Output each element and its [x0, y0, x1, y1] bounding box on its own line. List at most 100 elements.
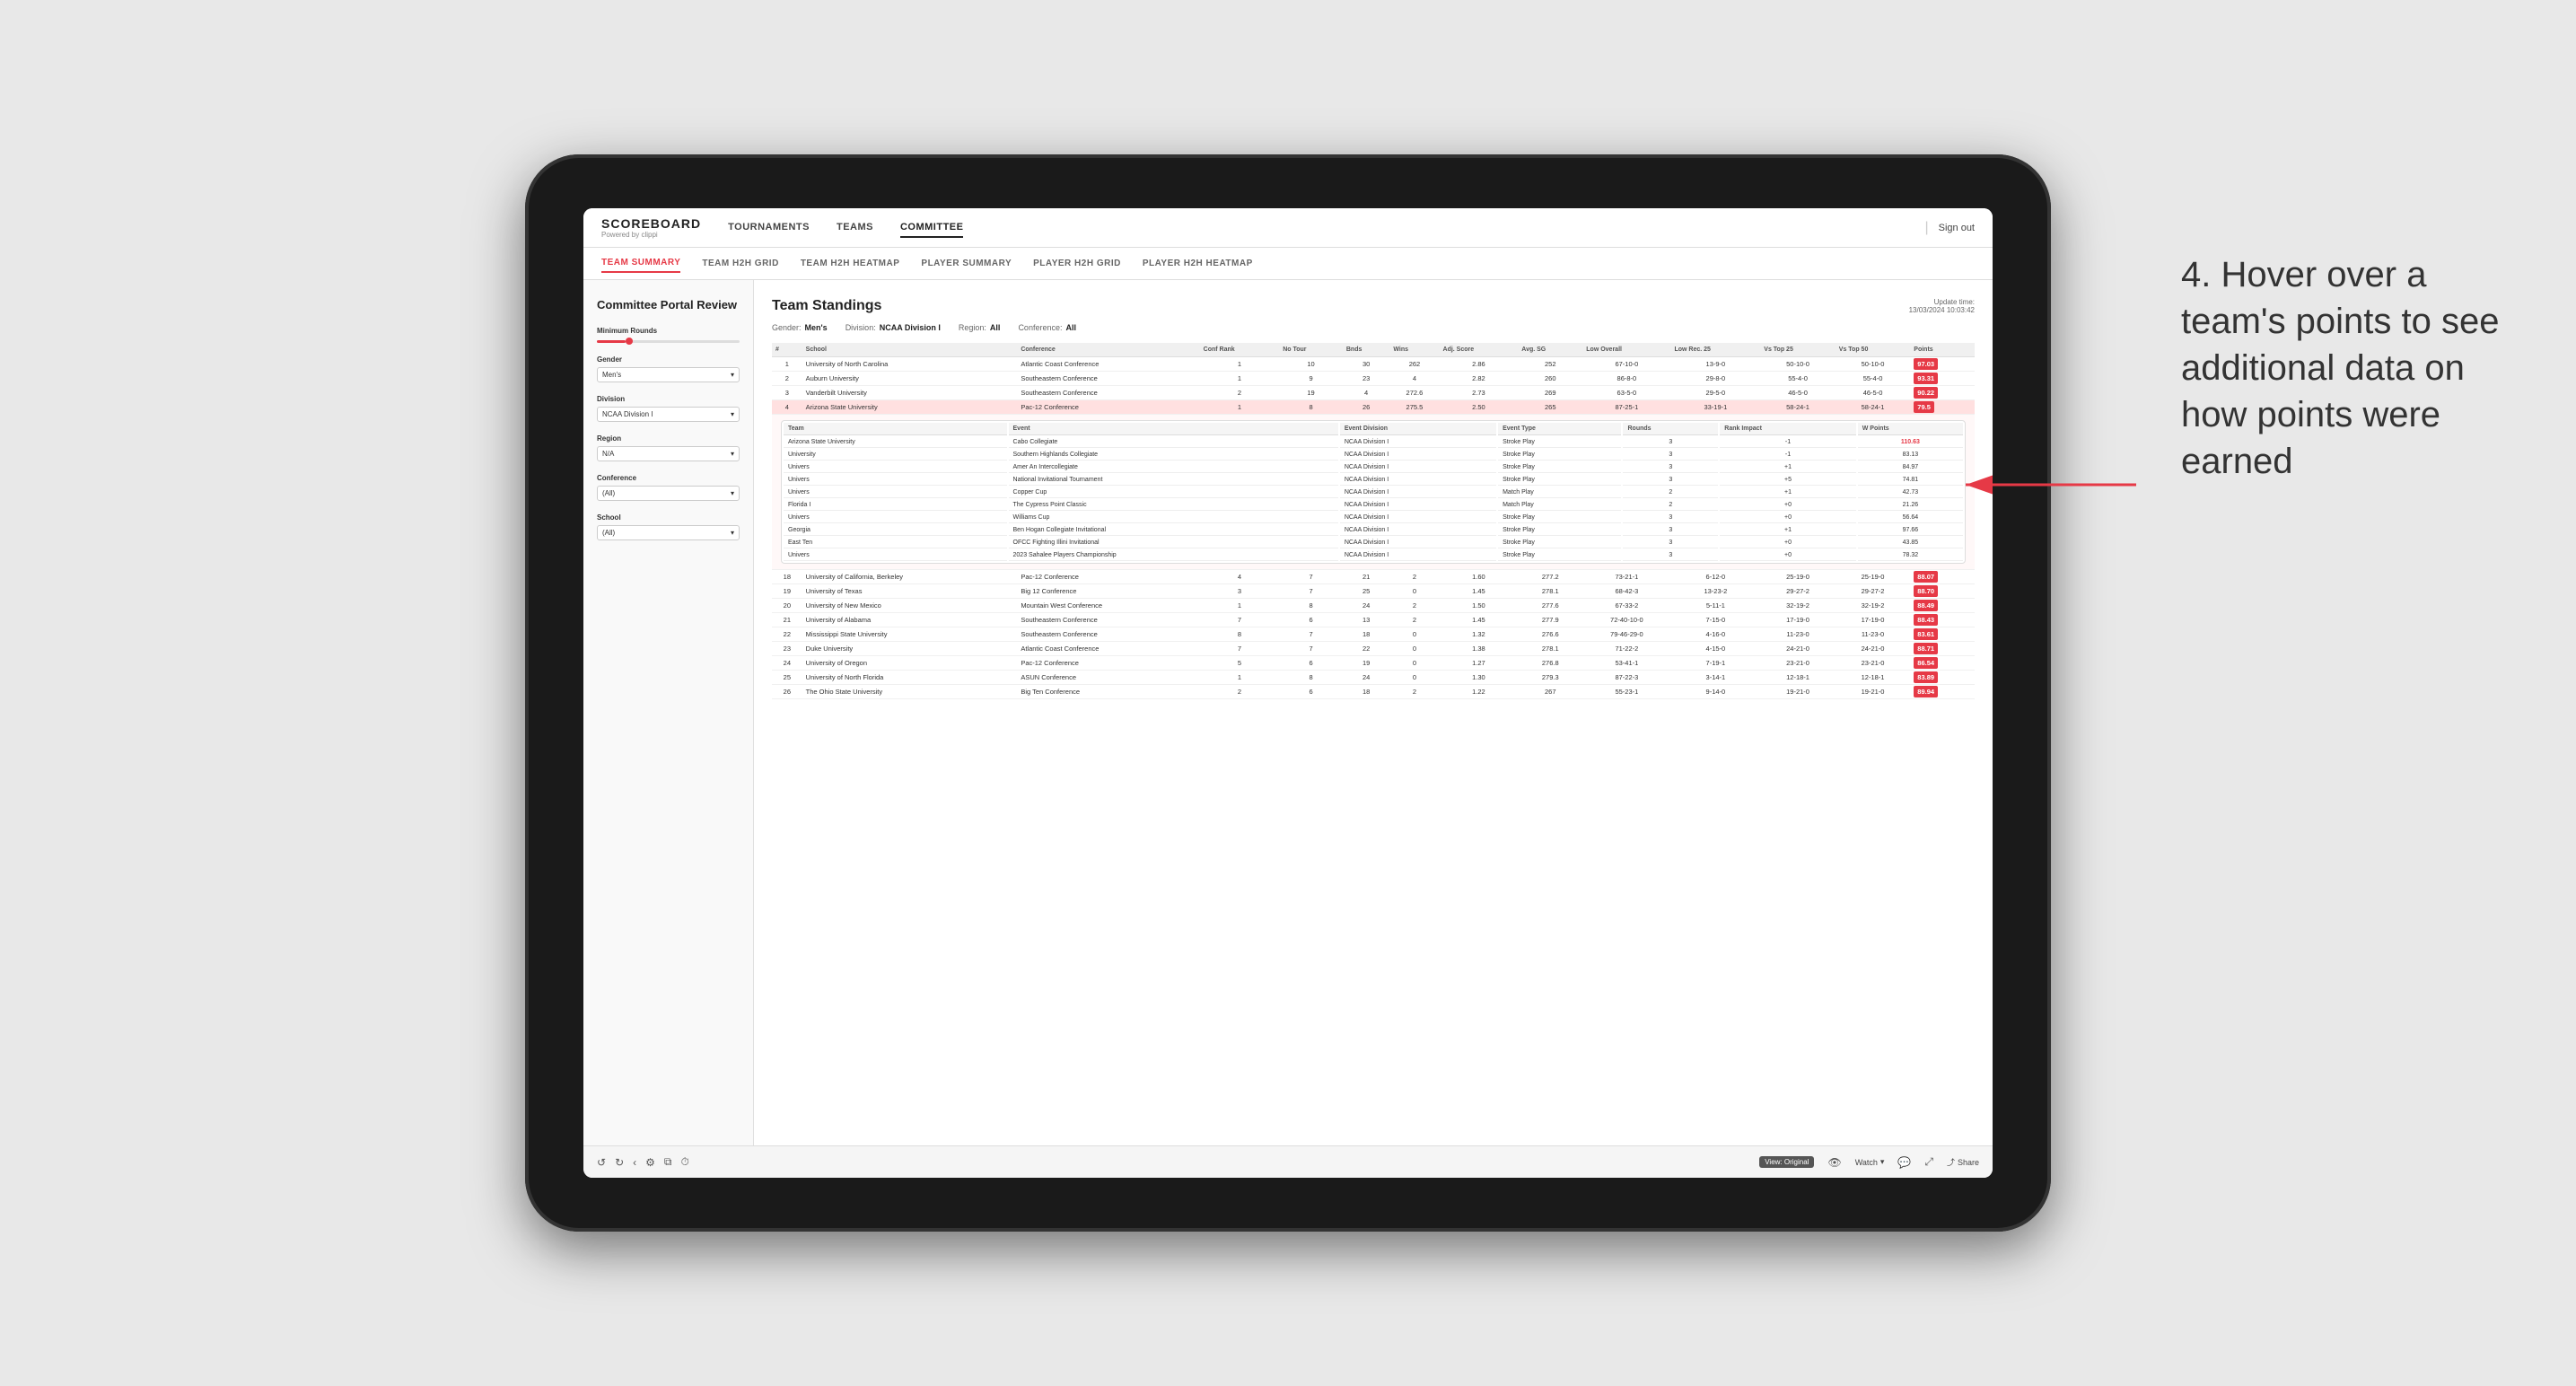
tooltip-header-row: Team Event Event Division Event Type Rou… — [784, 423, 1963, 435]
col-points: Points — [1910, 343, 1975, 357]
subnav-player-h2h-heatmap[interactable]: PLAYER H2H HEATMAP — [1143, 255, 1253, 272]
right-content: Team Standings Update time: 13/03/2024 1… — [754, 280, 1993, 1145]
settings-icon[interactable]: ⚙ — [645, 1156, 655, 1169]
table-row: 20 University of New Mexico Mountain Wes… — [772, 599, 1975, 613]
col-vs-top-25: Vs Top 25 — [1760, 343, 1836, 357]
points-badge[interactable]: 93.31 — [1914, 373, 1938, 384]
sign-out-button[interactable]: Sign out — [1939, 223, 1975, 233]
expand-icon[interactable]: ⤢ — [1924, 1155, 1933, 1169]
sidebar-section-division: Division NCAA Division I ▾ — [597, 395, 740, 422]
subnav-team-summary[interactable]: TEAM SUMMARY — [601, 254, 680, 273]
col-rank: # — [772, 343, 802, 357]
view-original-button[interactable]: View: Original — [1759, 1156, 1814, 1168]
timer-icon[interactable]: ⏱ — [680, 1155, 688, 1169]
tcol-event-type: Event Type — [1498, 423, 1621, 435]
redo-icon[interactable]: ↻ — [615, 1156, 624, 1169]
tooltip-row: Univers Amer An Intercollegiate NCAA Div… — [784, 462, 1963, 473]
tooltip-row: University Southern Highlands Collegiate… — [784, 450, 1963, 461]
region-select[interactable]: N/A ▾ — [597, 446, 740, 461]
filter-division-label: Division: — [846, 323, 876, 332]
sidebar-title: Committee Portal Review — [597, 298, 740, 312]
logo-area: SCOREBOARD Powered by clippi — [601, 216, 701, 239]
sidebar-section-region: Region N/A ▾ — [597, 434, 740, 461]
tooltip-row: East Ten OFCC Fighting Illini Invitation… — [784, 538, 1963, 548]
bottom-toolbar: ↺ ↻ ‹ ⚙ ⧉ ⏱ View: Original 👁 Watch ▾ 💬 ⤢ — [583, 1145, 1993, 1178]
rounds-slider[interactable] — [597, 340, 740, 343]
table-row: 3 Vanderbilt University Southeastern Con… — [772, 386, 1975, 400]
table-row: 1 University of North Carolina Atlantic … — [772, 357, 1975, 372]
share-button[interactable]: ⤴ Share — [1947, 1156, 1979, 1168]
table-row: 22 Mississippi State University Southeas… — [772, 627, 1975, 642]
conference-select[interactable]: (All) ▾ — [597, 486, 740, 501]
tooltip-row: Georgia Ben Hogan Collegiate Invitationa… — [784, 525, 1963, 536]
points-badge[interactable]: 83.61 — [1914, 628, 1938, 640]
subnav-player-h2h-grid[interactable]: PLAYER H2H GRID — [1033, 255, 1121, 272]
toolbar-right: View: Original 👁 Watch ▾ 💬 ⤢ ⤴ Share — [1759, 1155, 1979, 1169]
filter-region-label: Region: — [959, 323, 986, 332]
sidebar-label-school: School — [597, 513, 740, 522]
sub-nav: TEAM SUMMARY TEAM H2H GRID TEAM H2H HEAT… — [583, 248, 1993, 280]
logo-text: SCOREBOARD — [601, 216, 701, 231]
subnav-team-h2h-heatmap[interactable]: TEAM H2H HEATMAP — [801, 255, 900, 272]
filter-conference: Conference: All — [1018, 323, 1076, 332]
points-badge[interactable]: 88.71 — [1914, 643, 1938, 654]
tcol-team: Team — [784, 423, 1007, 435]
nav-tournaments[interactable]: TOURNAMENTS — [728, 218, 810, 238]
subnav-player-summary[interactable]: PLAYER SUMMARY — [921, 255, 1012, 272]
col-school: School — [802, 343, 1018, 357]
logo-sub: Powered by clippi — [601, 231, 701, 239]
standings-table: # School Conference Conf Rank No Tour Bn… — [772, 343, 1975, 699]
points-badge-highlighted[interactable]: 79.5 — [1914, 401, 1934, 413]
col-low-rec-25: Low Rec. 25 — [1670, 343, 1760, 357]
school-select[interactable]: (All) ▾ — [597, 525, 740, 540]
tcol-w-points: W Points — [1858, 423, 1963, 435]
points-badge[interactable]: 83.89 — [1914, 671, 1938, 683]
col-low-overall: Low Overall — [1582, 343, 1670, 357]
tooltip-row: Florida I The Cypress Point Classic NCAA… — [784, 500, 1963, 511]
table-row: 19 University of Texas Big 12 Conference… — [772, 584, 1975, 599]
tooltip-expanded-row: Team Event Event Division Event Type Rou… — [772, 415, 1975, 570]
filter-conference-value: All — [1065, 323, 1076, 332]
points-badge[interactable]: 89.94 — [1914, 686, 1938, 697]
table-row: 4 Arizona State University Pac-12 Confer… — [772, 400, 1975, 415]
table-row: 18 University of California, Berkeley Pa… — [772, 570, 1975, 584]
filter-gender-value: Men's — [805, 323, 828, 332]
watch-button[interactable]: Watch ▾ — [1855, 1157, 1885, 1167]
points-badge[interactable]: 88.70 — [1914, 585, 1938, 597]
nav-committee[interactable]: COMMITTEE — [900, 218, 964, 238]
filter-region-value: All — [990, 323, 1001, 332]
col-wins: Wins — [1389, 343, 1439, 357]
tablet-screen: SCOREBOARD Powered by clippi TOURNAMENTS… — [583, 208, 1993, 1178]
subnav-team-h2h-grid[interactable]: TEAM H2H GRID — [702, 255, 778, 272]
comment-icon[interactable]: 💬 — [1897, 1156, 1911, 1169]
col-vs-top-50: Vs Top 50 — [1836, 343, 1911, 357]
tooltip-row: Univers National Invitational Tournament… — [784, 475, 1963, 486]
gender-select[interactable]: Men's ▾ — [597, 367, 740, 382]
col-conf-rank: Conf Rank — [1200, 343, 1280, 357]
points-badge[interactable]: 97.03 — [1914, 358, 1938, 370]
sidebar-label-division: Division — [597, 395, 740, 403]
nav-teams[interactable]: TEAMS — [837, 218, 873, 238]
undo-icon[interactable]: ↺ — [597, 1156, 606, 1169]
division-select[interactable]: NCAA Division I ▾ — [597, 407, 740, 422]
filter-division-value: NCAA Division I — [880, 323, 941, 332]
table-row: 21 University of Alabama Southeastern Co… — [772, 613, 1975, 627]
table-row: 2 Auburn University Southeastern Confere… — [772, 372, 1975, 386]
prev-icon[interactable]: ‹ — [633, 1156, 636, 1169]
points-badge[interactable]: 88.43 — [1914, 614, 1938, 626]
table-row: 25 University of North Florida ASUN Conf… — [772, 671, 1975, 685]
tcol-rounds: Rounds — [1623, 423, 1718, 435]
tcol-event-div: Event Division — [1340, 423, 1496, 435]
table-row: 26 The Ohio State University Big Ten Con… — [772, 685, 1975, 699]
update-time: Update time: 13/03/2024 10:03:42 — [1909, 298, 1975, 314]
points-badge[interactable]: 88.07 — [1914, 571, 1938, 583]
col-conference: Conference — [1017, 343, 1199, 357]
copy-icon[interactable]: ⧉ — [664, 1155, 672, 1169]
points-badge[interactable]: 86.54 — [1914, 657, 1938, 669]
points-badge[interactable]: 88.49 — [1914, 600, 1938, 611]
sidebar-section-conference: Conference (All) ▾ — [597, 474, 740, 501]
points-badge[interactable]: 90.22 — [1914, 387, 1938, 399]
filter-row: Gender: Men's Division: NCAA Division I … — [772, 323, 1975, 332]
tooltip-row: Univers Williams Cup NCAA Division I Str… — [784, 513, 1963, 523]
tooltip-row: Arizona State University Cabo Collegiate… — [784, 437, 1963, 448]
